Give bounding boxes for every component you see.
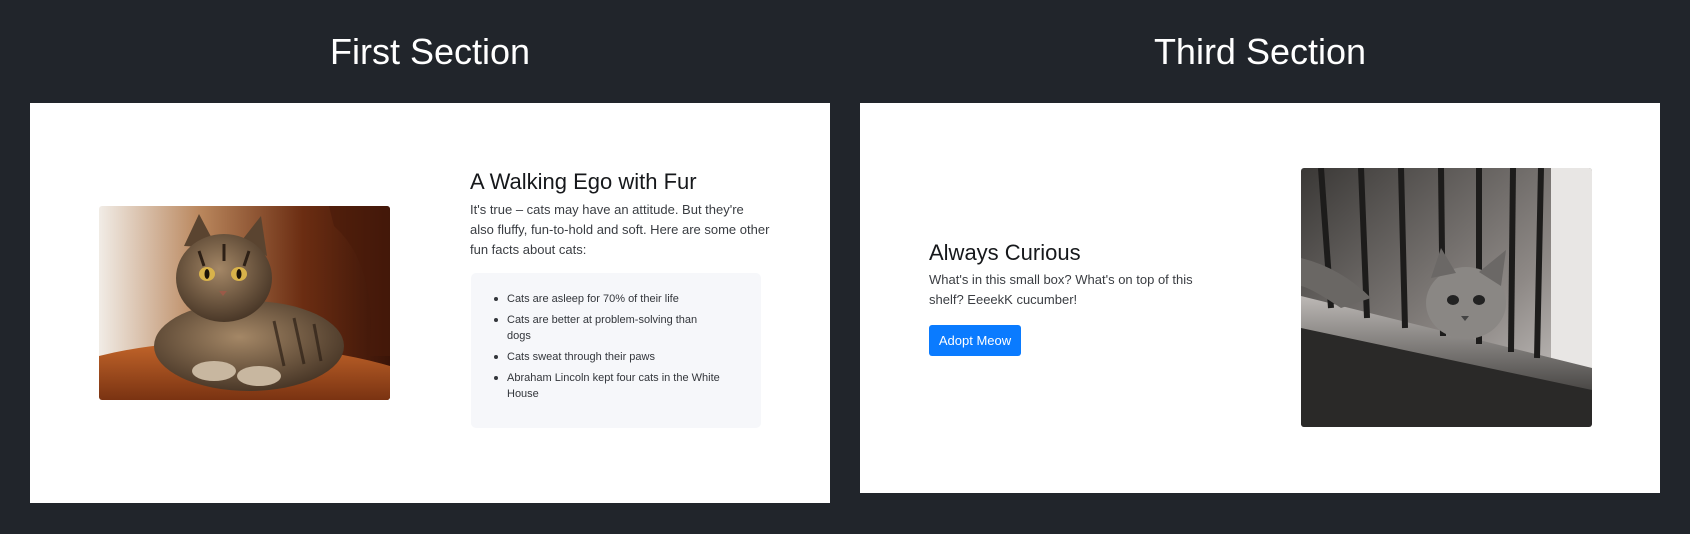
adopt-meow-button[interactable]: Adopt Meow [929, 325, 1021, 356]
cat-facts-list: Cats are asleep for 70% of their life Ca… [493, 291, 723, 407]
third-section-paragraph: What's in this small box? What's on top … [929, 272, 1193, 307]
tabby-cat-photo [99, 206, 390, 400]
first-section-title: First Section [329, 31, 531, 72]
list-item: Cats are better at problem-solving than … [493, 312, 723, 344]
cat-facts-box: Cats are asleep for 70% of their life Ca… [471, 273, 761, 428]
third-section-title: Third Section [1153, 31, 1367, 72]
first-section-paragraph: It's true – cats may have an attitude. B… [470, 202, 770, 257]
third-section-heading: Always Curious [929, 240, 1081, 265]
list-item: Cats are asleep for 70% of their life [493, 291, 723, 307]
third-section-panel: Always Curious What's in this small box?… [860, 103, 1660, 493]
list-item: Abraham Lincoln kept four cats in the Wh… [493, 370, 723, 402]
balcony-cat-photo [1301, 168, 1592, 427]
first-section-panel: A Walking Ego with Fur It's true – cats … [30, 103, 830, 503]
first-section-heading: A Walking Ego with Fur [470, 169, 697, 194]
list-item: Cats sweat through their paws [493, 349, 723, 365]
